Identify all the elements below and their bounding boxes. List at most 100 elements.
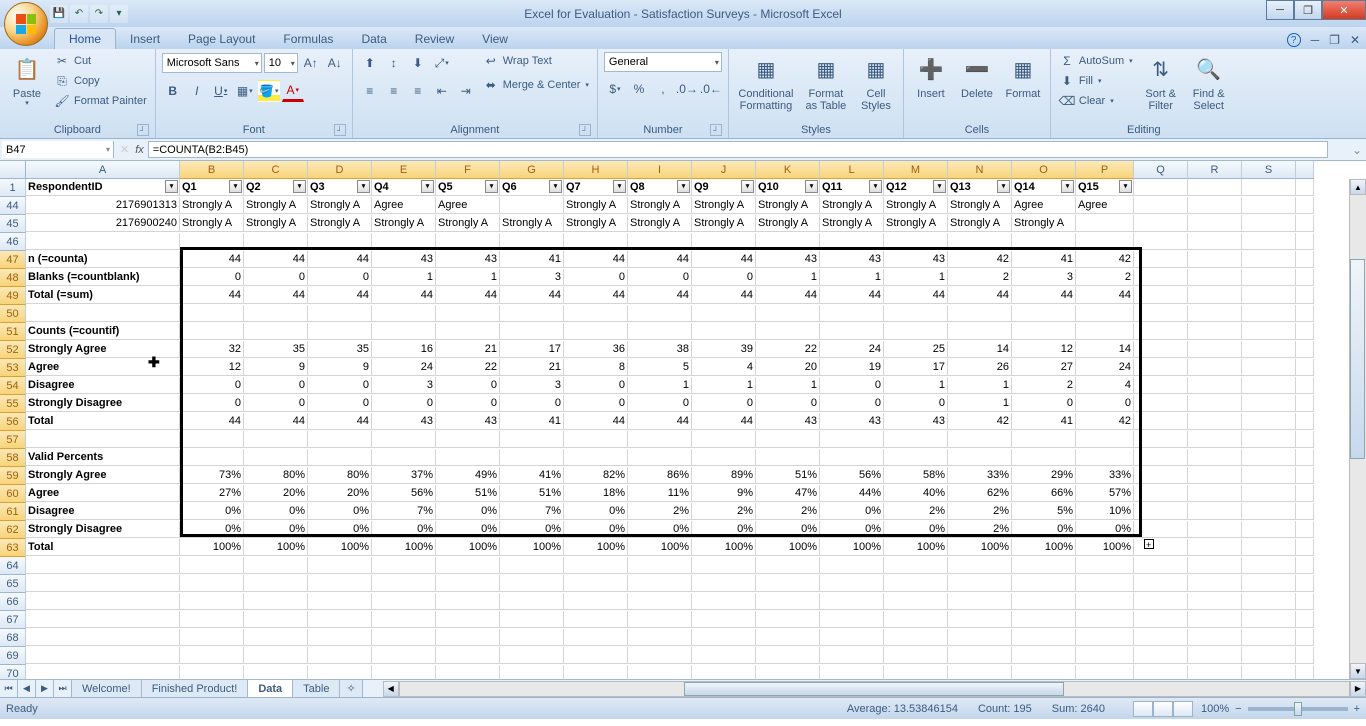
align-top-icon[interactable]: ⬆ (359, 52, 381, 74)
horizontal-scrollbar[interactable] (399, 681, 1350, 697)
dialog-launcher-icon[interactable]: ┘ (710, 124, 722, 136)
formula-bar[interactable]: =COUNTA(B2:B45) (148, 141, 1328, 158)
page-break-view-icon[interactable] (1173, 701, 1193, 717)
normal-view-icon[interactable] (1133, 701, 1153, 717)
fill-handle-icon[interactable] (1144, 539, 1154, 549)
format-cells-button[interactable]: ▦Format (1002, 52, 1044, 122)
maximize-button[interactable]: ❐ (1294, 0, 1322, 20)
close-workbook-icon[interactable]: ✕ (1350, 33, 1360, 47)
expand-formula-bar-icon[interactable]: ⌄ (1348, 139, 1366, 160)
zoom-in-icon[interactable]: + (1354, 703, 1360, 715)
tab-review[interactable]: Review (401, 29, 468, 49)
page-layout-view-icon[interactable] (1153, 701, 1173, 717)
status-sum: Sum: 2640 (1052, 703, 1105, 715)
group-label: Styles (801, 124, 831, 136)
sheet-tab-table[interactable]: Table (293, 680, 340, 697)
zoom-slider[interactable] (1248, 707, 1348, 711)
font-color-button[interactable]: A (282, 80, 304, 102)
number-format-combo[interactable]: General (604, 52, 722, 72)
scroll-left-icon[interactable]: ◀ (383, 681, 399, 697)
scroll-down-icon[interactable]: ▼ (1350, 663, 1366, 679)
fill-color-button[interactable]: 🪣 (258, 80, 280, 102)
title-bar: 💾 ↶ ↷ ▾ Excel for Evaluation - Satisfact… (0, 0, 1366, 27)
format-painter-button[interactable]: 🖌Format Painter (52, 92, 149, 110)
new-sheet-icon[interactable]: ✧ (340, 680, 362, 697)
qat-dropdown-icon[interactable]: ▾ (110, 5, 128, 23)
sort-filter-button[interactable]: ⇅Sort & Filter (1139, 52, 1183, 122)
tab-formulas[interactable]: Formulas (269, 29, 347, 49)
first-sheet-icon[interactable]: ⏮ (0, 680, 18, 697)
next-sheet-icon[interactable]: ▶ (36, 680, 54, 697)
office-button[interactable] (4, 2, 48, 46)
spreadsheet-grid[interactable]: ABCDEFGHIJKLMNOPQRS1RespondentID▾Q1▾Q2▾Q… (0, 161, 1366, 679)
dialog-launcher-icon[interactable]: ┘ (579, 124, 591, 136)
vertical-scrollbar[interactable]: ▲ ▼ (1349, 179, 1366, 679)
dialog-launcher-icon[interactable]: ┘ (137, 124, 149, 136)
find-select-button[interactable]: 🔍Find & Select (1187, 52, 1231, 122)
tab-insert[interactable]: Insert (116, 29, 174, 49)
percent-format-icon[interactable]: % (628, 78, 650, 100)
decrease-decimal-icon[interactable]: .0← (700, 78, 722, 100)
name-box[interactable]: B47 (2, 141, 114, 158)
align-middle-icon[interactable]: ↕ (383, 52, 405, 74)
align-bottom-icon[interactable]: ⬇ (407, 52, 429, 74)
increase-decimal-icon[interactable]: .0→ (676, 78, 698, 100)
format-as-table-button[interactable]: ▦Format as Table (801, 52, 851, 122)
cut-button[interactable]: ✂Cut (52, 52, 149, 70)
dialog-launcher-icon[interactable]: ┘ (334, 124, 346, 136)
shrink-font-icon[interactable]: A↓ (324, 52, 346, 74)
tab-view[interactable]: View (468, 29, 522, 49)
accounting-format-icon[interactable]: $ (604, 78, 626, 100)
close-button[interactable]: ✕ (1322, 0, 1366, 20)
border-button[interactable]: ▦ (234, 80, 256, 102)
tab-page-layout[interactable]: Page Layout (174, 29, 269, 49)
paste-button[interactable]: 📋Paste▾ (6, 52, 48, 122)
tab-home[interactable]: Home (54, 28, 116, 49)
align-right-icon[interactable]: ≡ (407, 80, 429, 102)
insert-cells-button[interactable]: ➕Insert (910, 52, 952, 122)
scroll-thumb[interactable] (684, 682, 1064, 696)
scroll-right-icon[interactable]: ▶ (1350, 681, 1366, 697)
help-icon[interactable]: ? (1287, 33, 1301, 47)
grow-font-icon[interactable]: A↑ (300, 52, 322, 74)
copy-button[interactable]: ⎘Copy (52, 72, 149, 90)
undo-icon[interactable]: ↶ (70, 5, 88, 23)
autosum-button[interactable]: ΣAutoSum (1057, 52, 1135, 70)
minimize-ribbon-icon[interactable]: ─ (1311, 33, 1320, 47)
sheet-tab-data[interactable]: Data (248, 680, 293, 697)
italic-button[interactable]: I (186, 80, 208, 102)
last-sheet-icon[interactable]: ⏭ (54, 680, 72, 697)
merge-center-button[interactable]: ⬌Merge & Center (481, 76, 591, 94)
sheet-tab-welcome[interactable]: Welcome! (72, 680, 142, 697)
zoom-out-icon[interactable]: − (1235, 703, 1241, 715)
prev-sheet-icon[interactable]: ◀ (18, 680, 36, 697)
font-name-combo[interactable]: Microsoft Sans (162, 53, 262, 73)
delete-cells-button[interactable]: ➖Delete (956, 52, 998, 122)
clear-button[interactable]: ⌫Clear (1057, 92, 1135, 110)
align-center-icon[interactable]: ≡ (383, 80, 405, 102)
group-alignment: ⬆ ↕ ⬇ ⤢ ≡ ≡ ≡ ⇤ ⇥ ↩Wrap Text ⬌Merge & Ce… (353, 49, 598, 138)
bold-button[interactable]: B (162, 80, 184, 102)
comma-format-icon[interactable]: , (652, 78, 674, 100)
redo-icon[interactable]: ↷ (90, 5, 108, 23)
scroll-up-icon[interactable]: ▲ (1350, 179, 1366, 195)
fill-button[interactable]: ⬇Fill (1057, 72, 1135, 90)
minimize-button[interactable]: ─ (1266, 0, 1294, 20)
tab-data[interactable]: Data (347, 29, 400, 49)
save-icon[interactable]: 💾 (50, 5, 68, 23)
fx-icon[interactable]: fx (135, 144, 144, 156)
cancel-formula-icon[interactable]: ✕ (120, 143, 129, 156)
conditional-formatting-button[interactable]: ▦Conditional Formatting (735, 52, 797, 122)
orientation-icon[interactable]: ⤢ (431, 52, 453, 74)
increase-indent-icon[interactable]: ⇥ (455, 80, 477, 102)
decrease-indent-icon[interactable]: ⇤ (431, 80, 453, 102)
align-left-icon[interactable]: ≡ (359, 80, 381, 102)
restore-window-icon[interactable]: ❐ (1329, 33, 1340, 47)
sheet-tab-finished[interactable]: Finished Product! (142, 680, 249, 697)
cell-styles-button[interactable]: ▦Cell Styles (855, 52, 897, 122)
underline-button[interactable]: U (210, 80, 232, 102)
wrap-text-button[interactable]: ↩Wrap Text (481, 52, 591, 70)
scroll-thumb[interactable] (1350, 259, 1365, 459)
font-size-combo[interactable]: 10 (264, 53, 298, 73)
zoom-level[interactable]: 100% (1201, 703, 1229, 715)
